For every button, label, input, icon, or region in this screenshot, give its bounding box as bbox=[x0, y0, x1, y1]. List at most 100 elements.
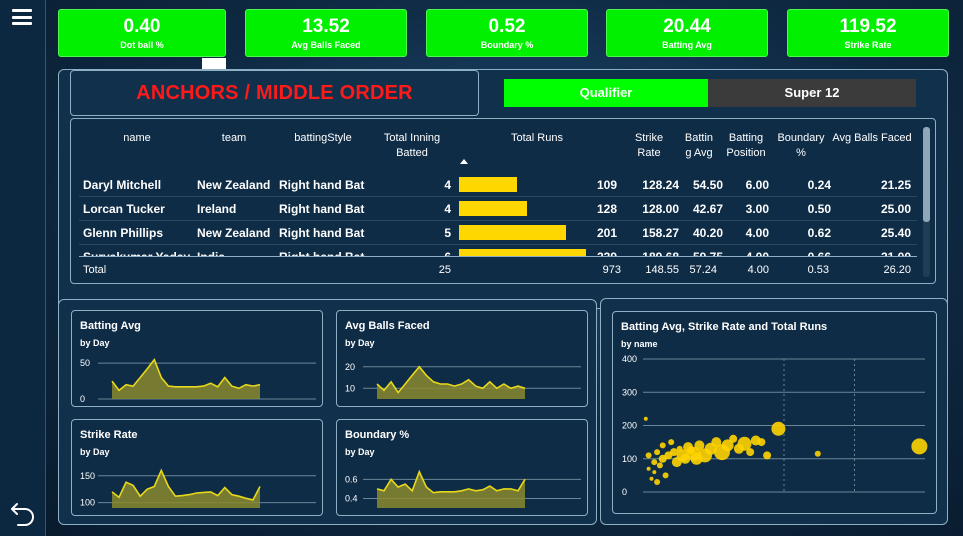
header-strike-rate[interactable]: Strike Rate bbox=[631, 131, 667, 161]
scatter-point[interactable] bbox=[654, 449, 661, 456]
scatter-point[interactable] bbox=[911, 438, 928, 455]
kpi-label: Avg Balls Faced bbox=[291, 40, 361, 50]
table-row[interactable]: Lorcan Tucker Ireland Right hand Bat 4 128 12… bbox=[79, 197, 917, 221]
kpi-card-boundary[interactable]: 0.52 Boundary % bbox=[426, 9, 588, 57]
scatter-point[interactable] bbox=[651, 459, 658, 466]
kpi-value: 0.40 bbox=[123, 16, 161, 37]
cell-team: New Zealand bbox=[197, 178, 271, 192]
header-boundary[interactable]: Boundary % bbox=[774, 131, 828, 161]
scatter-point[interactable] bbox=[771, 421, 786, 436]
header-line: Batting bbox=[728, 132, 764, 144]
cell-batting-position: 3.00 bbox=[745, 202, 769, 216]
header-line: Position bbox=[726, 147, 766, 159]
cell-team: New Zealand bbox=[197, 226, 271, 240]
header-line: g Avg bbox=[685, 147, 713, 159]
header-line: Total Inning bbox=[383, 132, 441, 144]
scatter-point[interactable] bbox=[649, 476, 654, 481]
kpi-label: Strike Rate bbox=[844, 40, 892, 50]
scatter-point[interactable] bbox=[654, 479, 661, 485]
runs-bar bbox=[459, 201, 527, 216]
kpi-card-strike-rate[interactable]: 119.52 Strike Rate bbox=[787, 9, 949, 57]
scatter-point[interactable] bbox=[757, 438, 766, 447]
total-strike-rate: 148.55 bbox=[645, 264, 679, 276]
chart-batting-avg: Batting Avg by Day 50 0 bbox=[71, 310, 323, 407]
kpi-card-avg-balls-faced[interactable]: 13.52 Avg Balls Faced bbox=[245, 9, 407, 57]
header-team[interactable]: team bbox=[219, 131, 249, 146]
kpi-card-batting-avg[interactable]: 20.44 Batting Avg bbox=[606, 9, 768, 57]
scatter-point[interactable] bbox=[646, 466, 651, 471]
table-row[interactable]: Daryl Mitchell New Zealand Right hand Bat 4… bbox=[79, 173, 917, 197]
header-line: Battin bbox=[684, 132, 714, 144]
scatter-point[interactable] bbox=[662, 472, 669, 479]
header-name[interactable]: name bbox=[123, 131, 151, 146]
cell-strike-rate: 128.24 bbox=[642, 178, 679, 192]
tab-super-12[interactable]: Super 12 bbox=[708, 79, 916, 107]
hamburger-menu-icon[interactable] bbox=[12, 9, 32, 25]
scatter-point[interactable] bbox=[814, 450, 821, 457]
header-total-runs[interactable]: Total Runs bbox=[507, 131, 567, 146]
chart-plot: 150 100 bbox=[80, 468, 316, 508]
sort-ascending-icon[interactable] bbox=[460, 159, 468, 164]
header-line: Rate bbox=[637, 147, 661, 159]
y-tick-label: 400 bbox=[622, 354, 637, 364]
header-batting-avg[interactable]: Battin g Avg bbox=[681, 131, 717, 161]
series-line[interactable] bbox=[111, 357, 261, 392]
scatter-point[interactable] bbox=[643, 416, 648, 421]
runs-bar bbox=[459, 177, 517, 192]
table-row[interactable]: Suryakumar YadavIndiaRight hand Bat62391… bbox=[79, 245, 917, 256]
header-avg-balls-faced[interactable]: Avg Balls Faced bbox=[831, 131, 913, 146]
scatter-point[interactable] bbox=[668, 439, 675, 446]
header-line: Boundary bbox=[777, 132, 825, 144]
scatter-point[interactable] bbox=[746, 448, 755, 457]
cell-boundary: 0.50 bbox=[807, 202, 831, 216]
table-body: Daryl Mitchell New Zealand Right hand Bat 4… bbox=[71, 173, 923, 256]
cell-boundary: 0.24 bbox=[807, 178, 831, 192]
chart-plot: 50 0 bbox=[80, 357, 316, 404]
y-tick-label: 0.4 bbox=[345, 493, 358, 503]
total-boundary: 0.53 bbox=[807, 264, 829, 276]
y-tick-label: 300 bbox=[622, 387, 637, 397]
cell-batting-avg: 40.20 bbox=[692, 226, 723, 240]
scatter-point[interactable] bbox=[729, 434, 738, 443]
scatter-point[interactable] bbox=[652, 470, 657, 475]
table-total-row: Total 25 973 148.55 57.24 4.00 0.53 26.2… bbox=[79, 256, 917, 283]
runs-bar bbox=[459, 225, 566, 240]
scatter-point[interactable] bbox=[656, 462, 663, 469]
page-title: ANCHORS / MIDDLE ORDER bbox=[136, 82, 413, 104]
cell-batting-avg: 54.50 bbox=[692, 178, 723, 192]
total-runs: 973 bbox=[602, 264, 621, 276]
header-total-innings[interactable]: Total Inning Batted bbox=[379, 131, 445, 161]
back-arrow-icon[interactable] bbox=[9, 500, 37, 528]
series-area bbox=[112, 359, 260, 399]
cell-innings: 4 bbox=[444, 202, 451, 216]
chart-plot: 0.6 0.4 bbox=[345, 469, 581, 508]
cell-name: Daryl Mitchell bbox=[83, 178, 162, 192]
header-batting-position[interactable]: Batting Position bbox=[723, 131, 769, 161]
header-line: Strike bbox=[634, 132, 664, 144]
scatter-point[interactable] bbox=[763, 451, 772, 460]
scatter-point[interactable] bbox=[659, 442, 666, 449]
cell-runs: 201 bbox=[596, 226, 617, 240]
y-tick-label: 100 bbox=[80, 498, 95, 508]
kpi-label: Batting Avg bbox=[662, 40, 712, 50]
header-batting-style[interactable]: battingStyle bbox=[291, 131, 355, 146]
left-rail bbox=[0, 0, 46, 536]
cell-batting-avg: 42.67 bbox=[692, 202, 723, 216]
cell-boundary: 0.62 bbox=[807, 226, 831, 240]
cell-name: Glenn Phillips bbox=[83, 226, 164, 240]
kpi-value: 0.52 bbox=[488, 16, 526, 37]
chart-scatter: Batting Avg, Strike Rate and Total Runs … bbox=[612, 311, 937, 514]
cell-team: Ireland bbox=[197, 202, 237, 216]
page-title-box: ANCHORS / MIDDLE ORDER bbox=[70, 70, 479, 116]
kpi-label: Boundary % bbox=[480, 40, 534, 50]
kpi-value: 13.52 bbox=[302, 16, 350, 37]
scatter-point[interactable] bbox=[645, 452, 652, 459]
table-row[interactable]: Glenn Phillips New Zealand Right hand Bat 5… bbox=[79, 221, 917, 245]
cell-avg-balls-faced: 25.40 bbox=[880, 226, 911, 240]
kpi-card-dot-ball[interactable]: 0.40 Dot ball % bbox=[58, 9, 226, 57]
cell-batting-position: 4.00 bbox=[745, 226, 769, 240]
tab-qualifier[interactable]: Qualifier bbox=[504, 79, 708, 107]
cell-strike-rate: 158.27 bbox=[642, 226, 679, 240]
cell-innings: 5 bbox=[444, 226, 451, 240]
table-scrollbar-thumb[interactable] bbox=[923, 127, 930, 222]
